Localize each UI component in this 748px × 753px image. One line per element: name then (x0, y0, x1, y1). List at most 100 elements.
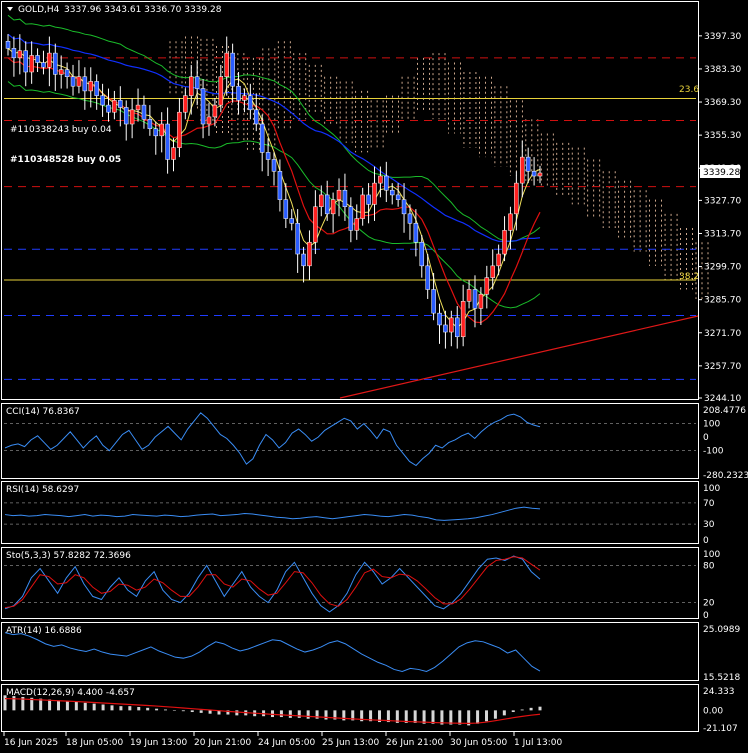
chart-svg[interactable]: 23.6 38.2 #110338243 buy 0.04 #110348528… (0, 0, 748, 749)
candle[interactable] (248, 96, 252, 110)
candle[interactable] (47, 53, 51, 67)
candle[interactable] (296, 223, 300, 254)
candle[interactable] (260, 124, 264, 152)
candle[interactable] (414, 223, 418, 242)
candle[interactable] (77, 77, 81, 86)
order-annotation-1[interactable]: #110338243 buy 0.04 (10, 125, 112, 135)
candle[interactable] (142, 105, 146, 119)
candle[interactable] (313, 207, 317, 242)
candle[interactable] (420, 242, 424, 266)
candle[interactable] (520, 157, 524, 183)
candle[interactable] (479, 294, 483, 308)
candle[interactable] (130, 110, 134, 124)
candle[interactable] (449, 318, 453, 332)
candle[interactable] (71, 77, 75, 86)
candle[interactable] (349, 207, 353, 231)
candle[interactable] (331, 200, 335, 214)
candle[interactable] (367, 195, 371, 204)
candle[interactable] (148, 119, 152, 128)
candle[interactable] (461, 301, 465, 336)
candle[interactable] (41, 63, 45, 68)
candle[interactable] (426, 266, 430, 290)
candle[interactable] (101, 96, 105, 105)
candle[interactable] (172, 148, 176, 160)
candle[interactable] (65, 70, 69, 77)
candle[interactable] (337, 190, 341, 199)
candle[interactable] (473, 289, 477, 308)
candle[interactable] (89, 81, 93, 90)
candle[interactable] (497, 254, 501, 266)
candle[interactable] (325, 195, 329, 214)
candle[interactable] (443, 325, 447, 332)
time-tick-label: 18 Jun 05:00 (66, 738, 123, 748)
candle[interactable] (154, 129, 158, 136)
candle[interactable] (485, 278, 489, 295)
candle[interactable] (290, 219, 294, 224)
candle[interactable] (59, 70, 63, 75)
candle[interactable] (396, 195, 400, 200)
price-tick-label: 3397.30 (704, 32, 741, 42)
candle[interactable] (503, 230, 507, 254)
candle[interactable] (384, 176, 388, 190)
candle[interactable] (231, 53, 235, 86)
trading-chart[interactable]: 23.6 38.2 #110338243 buy 0.04 #110348528… (0, 0, 748, 749)
candle[interactable] (237, 86, 241, 100)
candle[interactable] (266, 152, 270, 159)
candle[interactable] (278, 171, 282, 199)
candle[interactable] (201, 89, 205, 124)
candle[interactable] (160, 124, 164, 136)
candle[interactable] (213, 105, 217, 117)
candle[interactable] (242, 96, 246, 101)
candle[interactable] (166, 124, 170, 159)
candle[interactable] (254, 110, 258, 124)
candle[interactable] (18, 51, 22, 58)
candle[interactable] (12, 48, 16, 57)
candle[interactable] (343, 190, 347, 207)
candle[interactable] (106, 105, 110, 112)
candle[interactable] (307, 242, 311, 266)
candle[interactable] (207, 117, 211, 124)
candle[interactable] (83, 77, 87, 91)
candle[interactable] (526, 157, 530, 171)
candle[interactable] (284, 200, 288, 219)
price-tick-label: 3369.30 (704, 98, 741, 108)
candle[interactable] (432, 289, 436, 313)
candle[interactable] (538, 173, 542, 176)
candle[interactable] (302, 254, 306, 266)
candle[interactable] (124, 107, 128, 124)
candle[interactable] (491, 266, 495, 278)
candle[interactable] (112, 100, 116, 112)
candle[interactable] (508, 214, 512, 231)
candle[interactable] (514, 183, 518, 214)
order-annotation-2[interactable]: #110348528 buy 0.05 (10, 155, 121, 165)
time-tick-label: 1 Jul 13:00 (514, 738, 563, 748)
candle[interactable] (532, 171, 536, 176)
candle[interactable] (30, 55, 34, 72)
candle[interactable] (95, 81, 99, 95)
candle[interactable] (24, 51, 28, 72)
candle[interactable] (372, 183, 376, 204)
candle[interactable] (408, 214, 412, 223)
candle[interactable] (118, 100, 122, 107)
candle[interactable] (402, 200, 406, 214)
candle[interactable] (438, 313, 442, 325)
panel-tick-label: 100 (703, 420, 720, 430)
candle[interactable] (225, 53, 229, 77)
candle[interactable] (36, 55, 40, 62)
candle[interactable] (195, 77, 199, 89)
candle[interactable] (136, 105, 140, 110)
candle[interactable] (319, 195, 323, 207)
candle[interactable] (219, 77, 223, 105)
candle[interactable] (6, 41, 10, 48)
candle[interactable] (189, 77, 193, 96)
candle[interactable] (455, 318, 459, 337)
candle[interactable] (177, 112, 181, 147)
candle[interactable] (183, 96, 187, 113)
candle[interactable] (390, 190, 394, 195)
candle[interactable] (361, 195, 365, 219)
candle[interactable] (355, 219, 359, 231)
candle[interactable] (272, 159, 276, 171)
candle[interactable] (53, 53, 57, 74)
candle[interactable] (467, 289, 471, 301)
candle[interactable] (378, 176, 382, 183)
